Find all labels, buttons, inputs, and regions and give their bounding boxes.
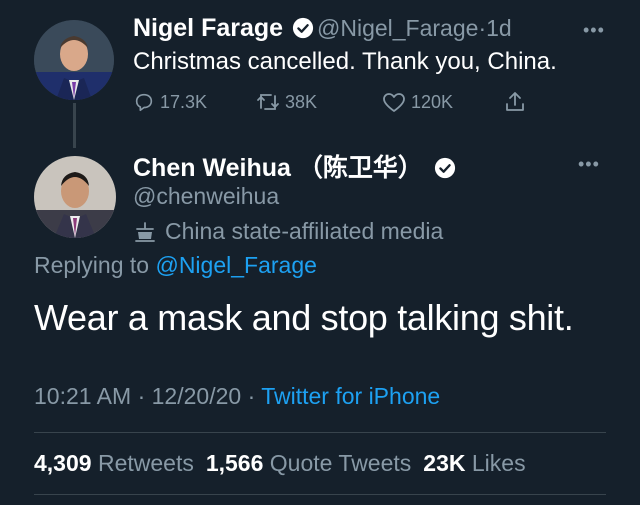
like-button[interactable]: 120K bbox=[382, 91, 453, 113]
divider bbox=[34, 494, 606, 495]
like-count: 120K bbox=[411, 91, 454, 112]
share-button[interactable] bbox=[503, 90, 527, 114]
tweet-date[interactable]: 12/20/20 bbox=[152, 383, 242, 409]
state-media-icon bbox=[135, 221, 155, 242]
quotes-stat[interactable]: 1,566 Quote Tweets bbox=[206, 450, 411, 476]
tweet-stats: 4,309 Retweets 1,566 Quote Tweets 23K Like… bbox=[34, 450, 526, 477]
retweets-stat[interactable]: 4,309 Retweets bbox=[34, 450, 194, 476]
tweet-time[interactable]: 10:21 AM bbox=[34, 383, 131, 409]
tweet-meta: 10:21 AM · 12/20/20 · Twitter for iPhone bbox=[34, 383, 441, 409]
parent-time[interactable]: 1d bbox=[486, 15, 512, 41]
reply-icon bbox=[135, 93, 153, 112]
avatar-chen-weihua[interactable] bbox=[34, 156, 116, 238]
replying-to-handle[interactable]: @Nigel_Farage bbox=[155, 252, 316, 278]
parent-tweet-text: Christmas cancelled. Thank you, China. bbox=[133, 48, 557, 75]
more-icon[interactable]: ••• bbox=[583, 20, 605, 41]
parent-display-name[interactable]: Nigel Farage bbox=[133, 14, 314, 43]
retweet-count: 38K bbox=[285, 91, 318, 112]
reply-handle[interactable]: @chenweihua bbox=[133, 183, 279, 210]
parent-handle-line[interactable]: @Nigel_Farage·1d bbox=[317, 15, 512, 42]
avatar-nigel-farage[interactable] bbox=[34, 20, 114, 100]
verified-badge-icon bbox=[292, 17, 314, 39]
replying-to-line: Replying to @Nigel_Farage bbox=[34, 252, 317, 278]
state-media-label[interactable]: China state-affiliated media bbox=[133, 218, 443, 245]
retweet-icon bbox=[257, 94, 279, 110]
reply-button[interactable]: 17.3K bbox=[133, 91, 207, 113]
tweet-client[interactable]: Twitter for iPhone bbox=[261, 383, 440, 409]
retweet-button[interactable]: 38K bbox=[256, 91, 317, 113]
reply-count: 17.3K bbox=[160, 91, 208, 112]
verified-badge-icon bbox=[434, 157, 455, 179]
divider bbox=[34, 432, 606, 433]
reply-display-name[interactable]: Chen Weihua （陈卫华） bbox=[133, 148, 456, 184]
separator: · bbox=[478, 15, 487, 41]
parent-handle[interactable]: @Nigel_Farage bbox=[317, 15, 478, 41]
more-icon[interactable]: ••• bbox=[578, 154, 600, 175]
likes-stat[interactable]: 23K Likes bbox=[423, 450, 525, 476]
reply-tweet-text: Wear a mask and stop talking shit. bbox=[34, 297, 574, 338]
like-icon bbox=[383, 93, 405, 112]
thread-line bbox=[73, 103, 76, 148]
share-icon bbox=[506, 92, 524, 111]
